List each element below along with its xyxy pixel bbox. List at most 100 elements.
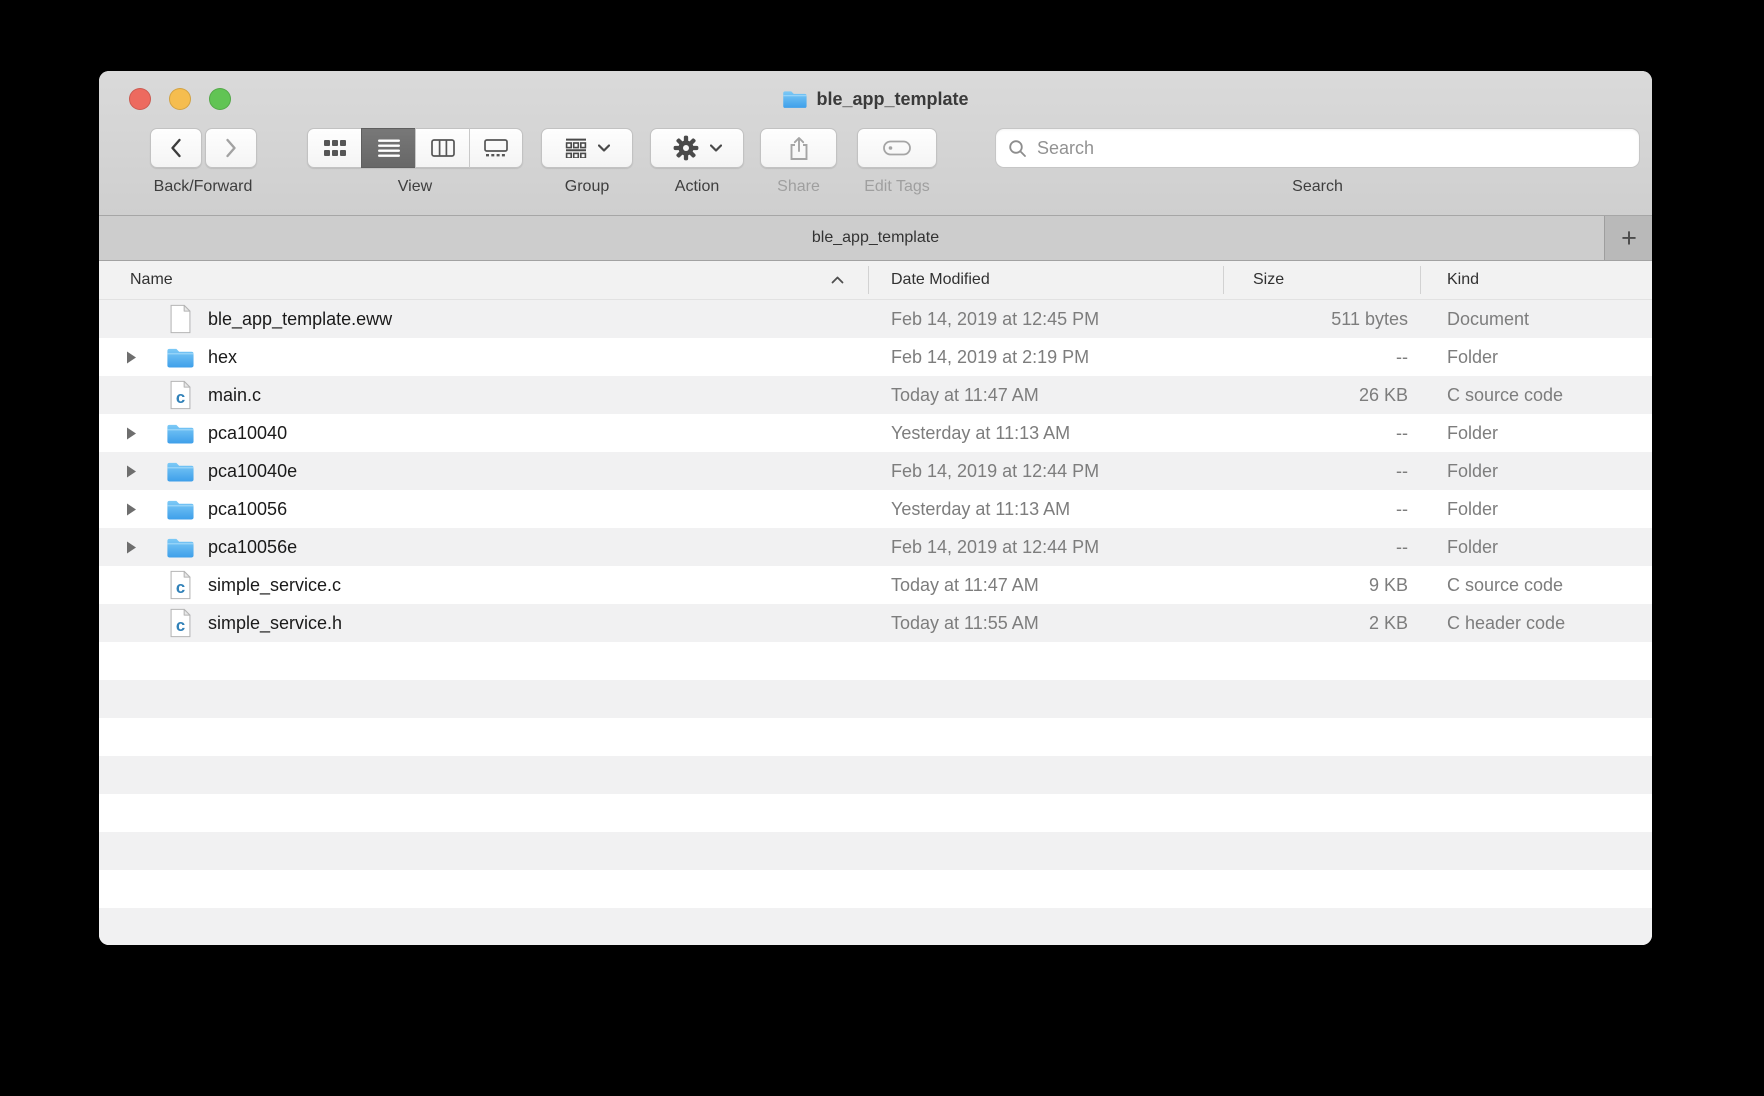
action-label: Action bbox=[675, 178, 719, 196]
file-size: -- bbox=[1223, 414, 1408, 452]
file-name: hex bbox=[208, 347, 237, 368]
file-name: main.c bbox=[208, 385, 261, 406]
chevron-down-icon bbox=[710, 144, 722, 152]
column-header-kind[interactable]: Kind bbox=[1447, 261, 1479, 299]
file-name: pca10040 bbox=[208, 423, 287, 444]
disclosure-triangle-icon[interactable] bbox=[121, 465, 141, 478]
list-view-icon bbox=[378, 139, 400, 157]
file-row[interactable]: pca10040 Yesterday at 11:13 AM -- Folder bbox=[99, 414, 1652, 452]
name-cell: pca10056 bbox=[99, 490, 287, 528]
column-view-button[interactable] bbox=[415, 128, 469, 168]
file-kind: Document bbox=[1447, 300, 1529, 338]
edit-tags-cluster: Edit Tags bbox=[857, 128, 937, 196]
gallery-view-button[interactable] bbox=[469, 128, 523, 168]
name-cell: pca10040 bbox=[99, 414, 287, 452]
icon-view-button[interactable] bbox=[307, 128, 361, 168]
file-size: 9 KB bbox=[1223, 566, 1408, 604]
desktop: { "window": { "title": "ble_app_template… bbox=[0, 0, 1764, 1096]
file-kind: Folder bbox=[1447, 452, 1498, 490]
file-row[interactable]: c main.c Today at 11:47 AM 26 KB C sourc… bbox=[99, 376, 1652, 414]
svg-text:c: c bbox=[175, 388, 184, 407]
action-cluster: Action bbox=[650, 128, 744, 196]
search-cluster: Search bbox=[995, 128, 1640, 196]
group-cluster: Group bbox=[541, 128, 633, 196]
file-size: 26 KB bbox=[1223, 376, 1408, 414]
file-row[interactable]: hex Feb 14, 2019 at 2:19 PM -- Folder bbox=[99, 338, 1652, 376]
folder-icon bbox=[166, 346, 194, 369]
column-header-name[interactable]: Name bbox=[130, 261, 173, 299]
file-kind: Folder bbox=[1447, 490, 1498, 528]
file-row[interactable]: c simple_service.h Today at 11:55 AM 2 K… bbox=[99, 604, 1652, 642]
c-file-icon: c bbox=[166, 570, 194, 600]
window-title-text: ble_app_template bbox=[816, 89, 968, 110]
file-size: 511 bytes bbox=[1223, 300, 1408, 338]
file-name: pca10056e bbox=[208, 537, 297, 558]
group-label: Group bbox=[565, 178, 609, 196]
file-kind: Folder bbox=[1447, 338, 1498, 376]
share-icon bbox=[787, 135, 811, 161]
file-row[interactable]: pca10056 Yesterday at 11:13 AM -- Folder bbox=[99, 490, 1652, 528]
back-button[interactable] bbox=[150, 128, 202, 168]
list-view-button[interactable] bbox=[361, 128, 415, 168]
new-tab-button[interactable]: + bbox=[1606, 216, 1652, 260]
title-toolbar: ble_app_template Back/Forward bbox=[99, 71, 1652, 216]
forward-button[interactable] bbox=[205, 128, 257, 168]
tab-label: ble_app_template bbox=[99, 216, 1652, 260]
list-header: Name Date Modified Size Kind bbox=[99, 261, 1652, 300]
file-size: -- bbox=[1223, 490, 1408, 528]
disclosure-triangle-icon[interactable] bbox=[121, 427, 141, 440]
folder-icon bbox=[166, 536, 194, 559]
file-name: pca10040e bbox=[208, 461, 297, 482]
search-input[interactable] bbox=[1035, 137, 1627, 160]
file-kind: C source code bbox=[1447, 376, 1563, 414]
name-cell: pca10056e bbox=[99, 528, 297, 566]
file-row[interactable]: c simple_service.c Today at 11:47 AM 9 K… bbox=[99, 566, 1652, 604]
disclosure-triangle-icon[interactable] bbox=[121, 541, 141, 554]
svg-text:c: c bbox=[175, 578, 184, 597]
edit-tags-button[interactable] bbox=[857, 128, 937, 168]
action-button[interactable] bbox=[650, 128, 744, 168]
file-name: ble_app_template.eww bbox=[208, 309, 392, 330]
search-field[interactable] bbox=[995, 128, 1640, 168]
gear-icon bbox=[672, 134, 700, 162]
name-cell: ble_app_template.eww bbox=[99, 300, 392, 338]
chevron-down-icon bbox=[598, 144, 610, 152]
column-header-date-modified[interactable]: Date Modified bbox=[891, 261, 990, 299]
document-icon bbox=[166, 304, 194, 334]
name-cell: pca10040e bbox=[99, 452, 297, 490]
group-button[interactable] bbox=[541, 128, 633, 168]
folder-icon bbox=[782, 89, 807, 109]
file-size: -- bbox=[1223, 338, 1408, 376]
folder-icon bbox=[166, 460, 194, 483]
file-date-modified: Yesterday at 11:13 AM bbox=[891, 414, 1070, 452]
file-date-modified: Feb 14, 2019 at 12:44 PM bbox=[891, 452, 1099, 490]
file-kind: C header code bbox=[1447, 604, 1565, 642]
file-row[interactable]: ble_app_template.eww Feb 14, 2019 at 12:… bbox=[99, 300, 1652, 338]
column-header-size[interactable]: Size bbox=[1253, 261, 1284, 299]
finder-window: ble_app_template Back/Forward bbox=[99, 71, 1652, 945]
share-button[interactable] bbox=[760, 128, 837, 168]
name-cell: c simple_service.h bbox=[99, 604, 342, 642]
back-chevron-icon bbox=[169, 137, 183, 159]
file-row[interactable]: pca10056e Feb 14, 2019 at 12:44 PM -- Fo… bbox=[99, 528, 1652, 566]
disclosure-triangle-icon[interactable] bbox=[121, 351, 141, 364]
name-cell: hex bbox=[99, 338, 237, 376]
file-date-modified: Feb 14, 2019 at 2:19 PM bbox=[891, 338, 1089, 376]
file-kind: Folder bbox=[1447, 528, 1498, 566]
back-forward-label: Back/Forward bbox=[154, 178, 253, 196]
file-name: simple_service.h bbox=[208, 613, 342, 634]
view-label: View bbox=[398, 178, 432, 196]
column-separator bbox=[868, 266, 869, 294]
column-separator bbox=[1223, 266, 1224, 294]
file-date-modified: Feb 14, 2019 at 12:44 PM bbox=[891, 528, 1099, 566]
window-title: ble_app_template bbox=[99, 84, 1652, 114]
file-date-modified: Today at 11:55 AM bbox=[891, 604, 1039, 642]
disclosure-triangle-icon[interactable] bbox=[121, 503, 141, 516]
c-file-icon: c bbox=[166, 380, 194, 410]
forward-chevron-icon bbox=[224, 137, 238, 159]
file-size: -- bbox=[1223, 452, 1408, 490]
file-name: simple_service.c bbox=[208, 575, 341, 596]
file-row[interactable]: pca10040e Feb 14, 2019 at 12:44 PM -- Fo… bbox=[99, 452, 1652, 490]
gallery-view-icon bbox=[484, 139, 508, 157]
name-cell: c simple_service.c bbox=[99, 566, 341, 604]
